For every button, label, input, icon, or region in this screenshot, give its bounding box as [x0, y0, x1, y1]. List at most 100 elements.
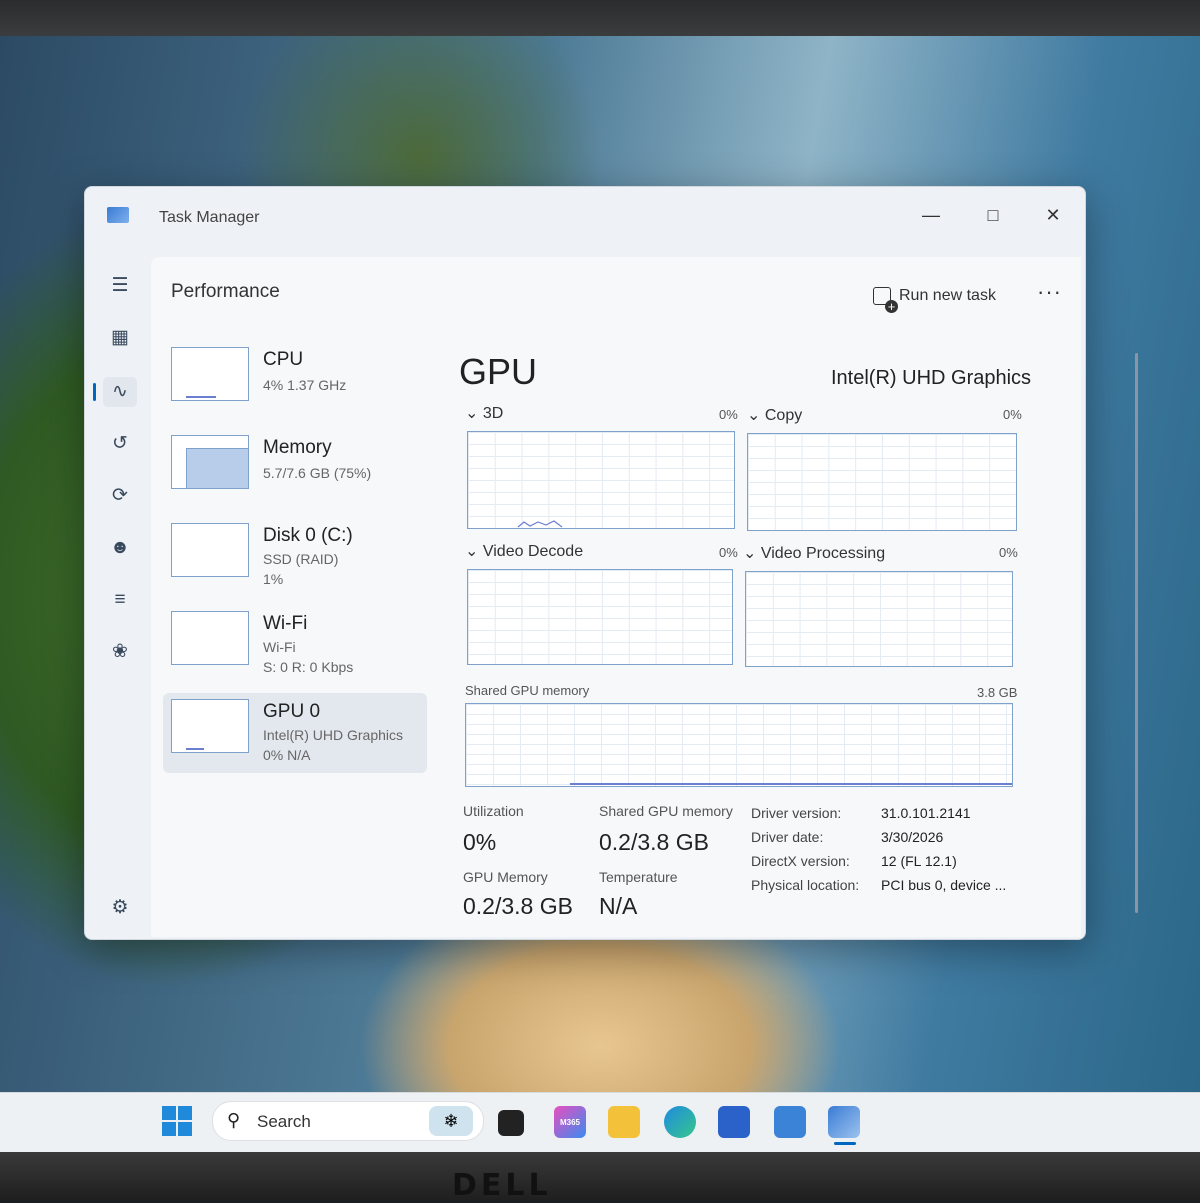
resource-detail: Wi-Fi [263, 639, 296, 655]
gpu-model-name: Intel(R) UHD Graphics [831, 367, 1032, 389]
run-new-task-button[interactable]: Run new task [873, 283, 996, 313]
search-highlight-icon: ❄ [429, 1106, 473, 1136]
search-label: Search [257, 1112, 311, 1131]
engine-pct: 0% [719, 407, 738, 422]
shared-memory-graph-max: 3.8 GB [977, 685, 1018, 700]
utilization-value: 0% [463, 829, 497, 855]
gpu-thumbnail-graph [171, 699, 249, 753]
engine-pct: 0% [1003, 407, 1022, 422]
details-icon[interactable]: ≡ [103, 585, 137, 615]
engine-dropdown-copy[interactable]: ⌄ Copy [747, 405, 802, 425]
engine-label: 3D [482, 405, 504, 422]
maximize-button[interactable]: □ [973, 201, 1013, 229]
start-button[interactable] [162, 1106, 192, 1136]
driver-version-label: Driver version: [751, 805, 842, 821]
shared-memory-graph [465, 703, 1013, 787]
disk-thumbnail-graph [171, 523, 249, 577]
engine-graph-video-processing [745, 571, 1013, 667]
monitor-bezel-top [0, 0, 1200, 36]
resource-item-disk[interactable]: Disk 0 (C:) SSD (RAID) 1% [163, 517, 427, 597]
resource-item-wifi[interactable]: Wi-Fi Wi-Fi S: 0 R: 0 Kbps [163, 605, 427, 685]
copilot-m365-icon[interactable]: M365 [554, 1106, 586, 1138]
active-page-indicator [93, 383, 96, 401]
close-button[interactable]: ✕ [1033, 201, 1073, 229]
engine-graph-3d [467, 431, 735, 529]
services-icon[interactable]: ❀ [103, 637, 137, 667]
shared-memory-value: 0.2/3.8 GB [599, 829, 709, 855]
resource-item-memory[interactable]: Memory 5.7/7.6 GB (75%) [163, 429, 427, 509]
file-explorer-icon[interactable] [608, 1106, 640, 1138]
processes-icon[interactable]: ▦ [103, 323, 137, 353]
performance-panel: Performance Run new task ··· CPU 4% 1.37… [151, 257, 1138, 937]
engine-graph-video-decode [467, 569, 733, 665]
directx-version-value: 12 (FL 12.1) [881, 853, 957, 869]
minimize-button[interactable]: — [911, 201, 951, 229]
engine-pct: 0% [719, 545, 738, 560]
laptop-bezel-bottom [0, 1152, 1200, 1200]
resource-list: CPU 4% 1.37 GHz Memory 5.7/7.6 GB (75%) … [163, 341, 427, 781]
resource-detail: 4% 1.37 GHz [263, 377, 347, 393]
shared-memory-label: Shared GPU memory [599, 803, 733, 819]
resource-item-gpu[interactable]: GPU 0 Intel(R) UHD Graphics 0% N/A [163, 693, 427, 773]
resource-name: Wi-Fi [263, 613, 308, 634]
performance-icon[interactable]: ∿ [103, 377, 137, 407]
users-icon[interactable]: ☻ [103, 533, 137, 563]
settings-gear-icon[interactable]: ⚙ [103, 893, 137, 923]
edge-browser-icon[interactable] [664, 1106, 696, 1138]
resource-detail: SSD (RAID) [263, 551, 339, 567]
task-view-icon[interactable] [498, 1110, 524, 1136]
engine-pct: 0% [999, 545, 1018, 560]
resource-name: Disk 0 (C:) [263, 525, 353, 546]
cpu-thumbnail-graph [171, 347, 249, 401]
resource-item-cpu[interactable]: CPU 4% 1.37 GHz [163, 341, 427, 421]
task-manager-taskbar-icon[interactable] [828, 1106, 860, 1138]
temperature-value: N/A [599, 893, 638, 919]
run-task-icon [873, 287, 898, 313]
resource-usage: 1% [263, 571, 284, 587]
task-manager-app-icon [107, 207, 129, 223]
app-history-icon[interactable]: ↺ [103, 429, 137, 459]
engine-label: Copy [764, 407, 803, 424]
gpu-heading: GPU [459, 351, 538, 392]
run-new-task-label: Run new task [899, 287, 996, 304]
resource-detail: Intel(R) UHD Graphics [263, 727, 404, 743]
resource-name: CPU [263, 349, 304, 370]
engine-graph-copy [747, 433, 1017, 531]
engine-dropdown-video-decode[interactable]: ⌄ Video Decode [465, 541, 583, 561]
startup-apps-icon[interactable]: ⟳ [103, 481, 137, 511]
dell-logo: DELL [452, 1168, 552, 1203]
search-icon: ⚲ [227, 1110, 241, 1130]
gpu-memory-value: 0.2/3.8 GB [463, 893, 573, 919]
resource-name: Memory [263, 437, 332, 458]
driver-version-value: 31.0.101.2141 [881, 805, 971, 821]
company-portal-icon[interactable] [774, 1106, 806, 1138]
engine-dropdown-3d[interactable]: ⌄ 3D [465, 403, 503, 423]
microsoft-store-icon[interactable] [718, 1106, 750, 1138]
gpu-memory-label: GPU Memory [463, 869, 548, 885]
utilization-label: Utilization [463, 803, 524, 819]
driver-date-label: Driver date: [751, 829, 824, 845]
active-app-indicator [834, 1142, 856, 1145]
window-title: Task Manager [159, 209, 260, 226]
resource-throughput: S: 0 R: 0 Kbps [263, 659, 354, 675]
directx-version-label: DirectX version: [751, 853, 850, 869]
copilot-badge: M365 [559, 1117, 580, 1127]
shared-memory-graph-label: Shared GPU memory [465, 683, 590, 698]
task-manager-window: Task Manager — □ ✕ ☰ ▦ ∿ ↺ ⟳ ☻ ≡ ❀ ⚙ Per… [84, 186, 1138, 940]
page-title: Performance [171, 281, 280, 302]
driver-date-value: 3/30/2026 [881, 829, 944, 845]
physical-location-value: PCI bus 0, device ... [881, 877, 1007, 893]
temperature-label: Temperature [599, 869, 678, 885]
memory-thumbnail-graph [171, 435, 249, 489]
wifi-thumbnail-graph [171, 611, 249, 665]
engine-dropdown-video-processing[interactable]: ⌄ Video Processing [743, 543, 885, 563]
physical-location-label: Physical location: [751, 877, 860, 893]
hamburger-menu-icon[interactable]: ☰ [103, 271, 137, 301]
resource-usage: 0% N/A [263, 747, 311, 763]
resource-detail: 5.7/7.6 GB (75%) [263, 465, 372, 481]
vertical-scrollbar[interactable] [1135, 353, 1138, 913]
engine-label: Video Processing [760, 545, 886, 562]
more-options-icon[interactable]: ··· [1037, 279, 1062, 305]
engine-label: Video Decode [482, 543, 584, 560]
taskbar-search-box[interactable]: ⚲ Search ❄ [212, 1101, 484, 1141]
